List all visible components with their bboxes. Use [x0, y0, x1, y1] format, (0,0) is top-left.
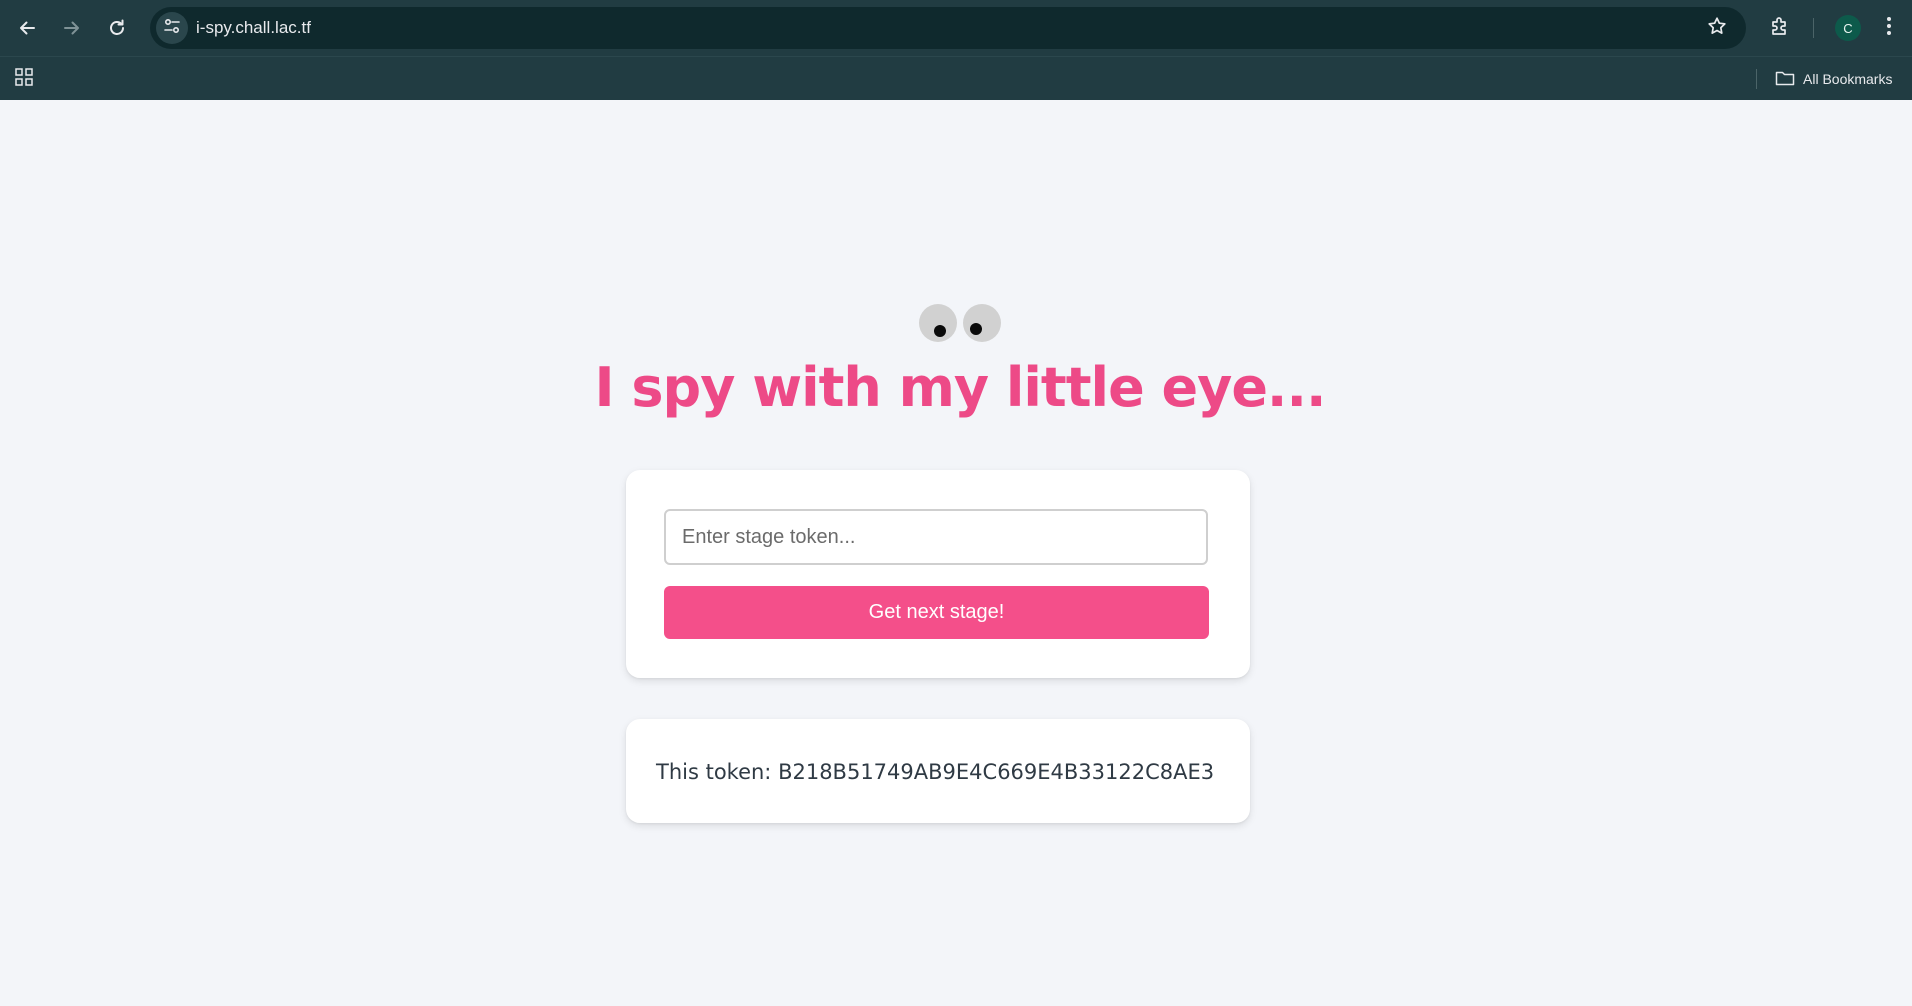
bookmarks-divider — [1756, 69, 1757, 89]
stage-form-card: Get next stage! — [626, 470, 1250, 678]
profile-initial: C — [1843, 20, 1853, 36]
url-text[interactable]: i-spy.chall.lac.tf — [196, 7, 311, 49]
arrow-left-icon — [17, 18, 37, 38]
apps-button[interactable] — [10, 65, 38, 93]
extensions-button[interactable] — [1762, 10, 1798, 46]
bookmarks-bar: All Bookmarks — [0, 56, 1912, 101]
right-eye — [963, 304, 1001, 342]
all-bookmarks-label: All Bookmarks — [1803, 71, 1893, 87]
address-bar[interactable]: i-spy.chall.lac.tf — [150, 7, 1746, 49]
site-info-button[interactable] — [156, 12, 188, 44]
current-token-text: This token: B218B51749AB9E4C669E4B33122C… — [656, 760, 1215, 784]
page-title: I spy with my little eye... — [594, 356, 1327, 419]
page-content: I spy with my little eye... Get next sta… — [0, 100, 1912, 1006]
right-pupil — [970, 323, 982, 335]
forward-button[interactable] — [54, 10, 90, 46]
browser-menu-button[interactable] — [1874, 12, 1904, 44]
tune-icon — [163, 17, 181, 40]
back-button[interactable] — [9, 10, 45, 46]
reload-button[interactable] — [99, 10, 135, 46]
bookmark-star-button[interactable] — [1702, 13, 1732, 43]
star-icon — [1707, 16, 1727, 41]
left-pupil — [934, 325, 946, 337]
profile-avatar[interactable]: C — [1835, 15, 1861, 41]
googly-eyes-icon — [919, 304, 1003, 344]
stage-token-input[interactable] — [664, 509, 1208, 565]
folder-icon — [1775, 70, 1795, 89]
kebab-menu-icon — [1886, 16, 1892, 41]
puzzle-icon — [1769, 15, 1791, 42]
toolbar-divider — [1813, 18, 1814, 38]
token-card: This token: B218B51749AB9E4C669E4B33122C… — [626, 719, 1250, 823]
left-eye — [919, 304, 957, 342]
arrow-right-icon — [62, 18, 82, 38]
get-next-stage-button[interactable]: Get next stage! — [664, 586, 1209, 639]
reload-icon — [107, 18, 127, 38]
all-bookmarks-button[interactable]: All Bookmarks — [1775, 63, 1892, 95]
browser-toolbar: i-spy.chall.lac.tf C — [0, 0, 1912, 56]
grid-icon — [15, 67, 33, 91]
